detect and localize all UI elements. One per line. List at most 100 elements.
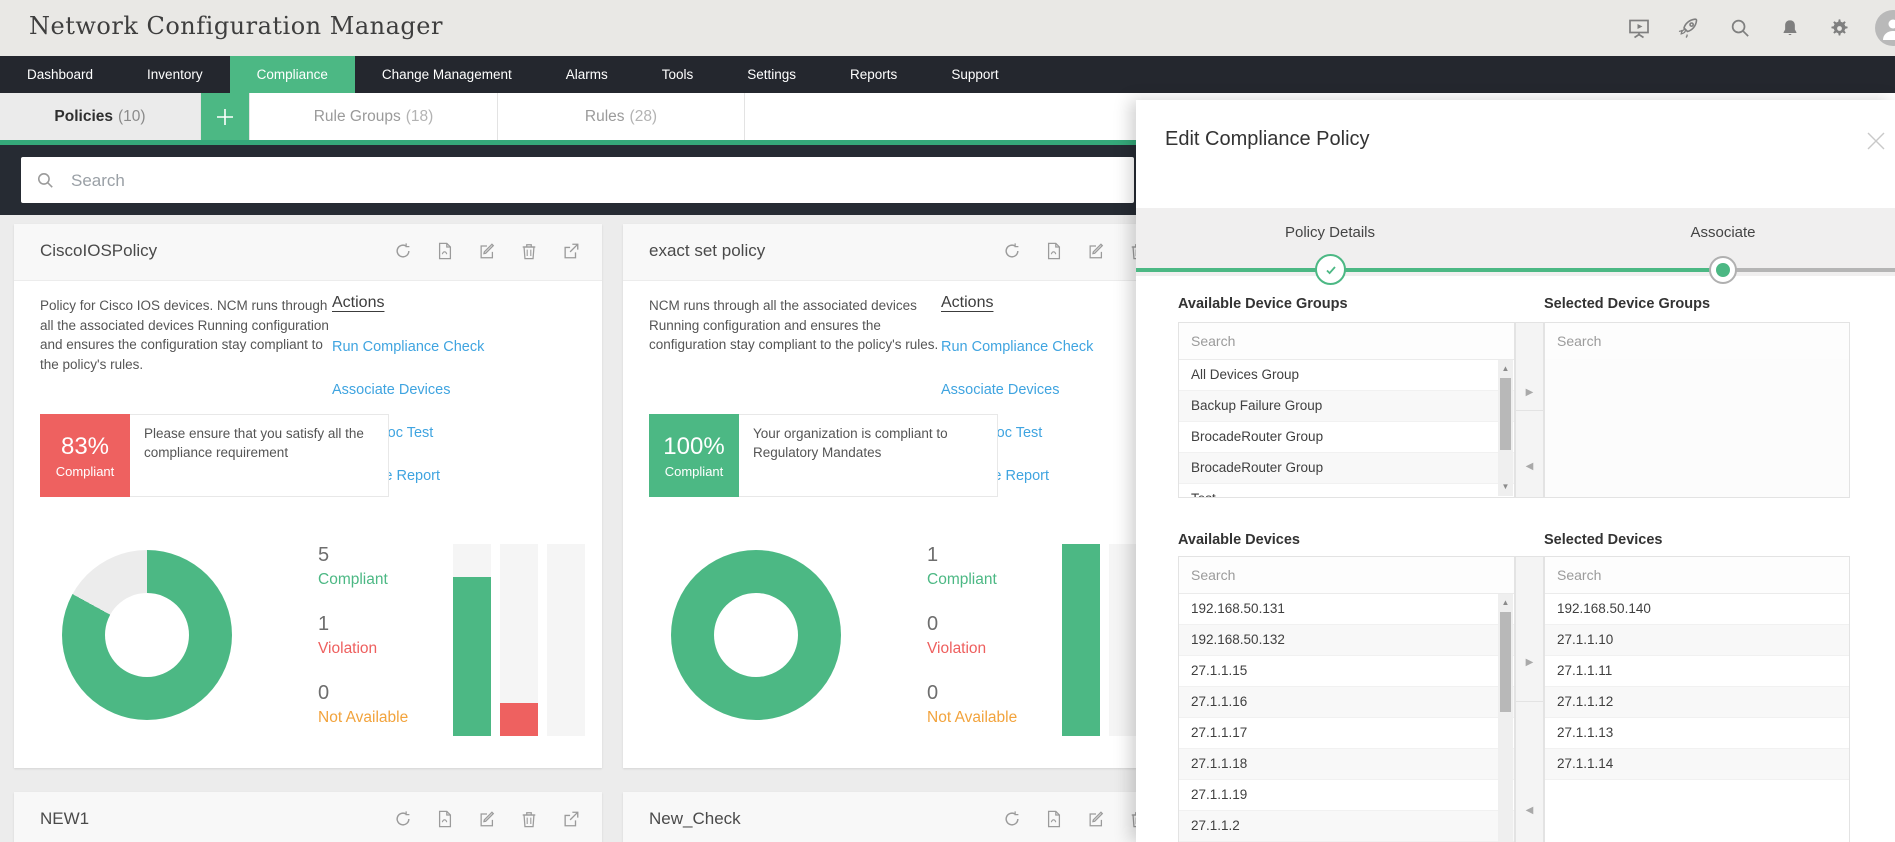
pdf-export-icon[interactable] [436,242,454,260]
notifications-bell-icon[interactable] [1779,17,1801,39]
rocket-icon[interactable] [1678,16,1702,40]
step-done-check-icon[interactable] [1315,254,1346,285]
available-device-groups-heading: Available Device Groups [1178,296,1348,312]
refresh-icon[interactable] [1003,810,1021,828]
device-item[interactable]: 27.1.1.12 [1545,687,1849,718]
device-item[interactable]: 27.1.1.11 [1545,656,1849,687]
associate-devices-link[interactable]: Associate Devices [941,382,1093,398]
selected-devices-search[interactable] [1545,557,1831,593]
move-left-icon[interactable]: ◀ [1516,805,1543,816]
move-right-icon[interactable]: ▶ [1516,387,1543,398]
refresh-icon[interactable] [394,242,412,260]
selected-devices-list: 192.168.50.140 27.1.1.10 27.1.1.11 27.1.… [1544,556,1850,842]
device-group-item[interactable]: BrocadeRouter Group [1179,453,1514,484]
available-devices-heading: Available Devices [1178,532,1300,548]
compliance-donut-chart [62,550,232,720]
run-compliance-check-link[interactable]: Run Compliance Check [941,339,1093,355]
step-current-marker[interactable] [1709,256,1737,284]
device-item[interactable]: 192.168.50.131 [1179,594,1514,625]
scroll-thumb[interactable] [1500,612,1511,712]
refresh-icon[interactable] [1003,242,1021,260]
tab-rules-count: (28) [629,107,658,125]
external-link-icon[interactable] [562,810,580,828]
device-group-item[interactable]: All Devices Group [1179,360,1514,391]
scroll-up-icon[interactable]: ▲ [1498,596,1513,610]
demo-presentation-icon[interactable] [1627,16,1651,40]
scroll-up-icon[interactable]: ▲ [1498,362,1513,376]
device-item[interactable]: 192.168.50.132 [1179,625,1514,656]
stat-violation: 0 Violation [927,613,987,657]
edit-icon[interactable] [478,810,496,828]
nav-alarms[interactable]: Alarms [539,56,635,93]
run-compliance-check-link[interactable]: Run Compliance Check [332,339,484,355]
selected-device-groups-heading: Selected Device Groups [1544,296,1711,312]
device-item[interactable]: 27.1.1.18 [1179,749,1514,780]
wizard-steps: Policy Details Associate [1136,208,1895,285]
user-avatar[interactable] [1875,10,1895,46]
add-policy-button[interactable] [201,93,250,140]
external-link-icon[interactable] [562,242,580,260]
device-item[interactable]: 27.1.1.13 [1545,718,1849,749]
pdf-export-icon[interactable] [1045,810,1063,828]
nav-reports[interactable]: Reports [823,56,924,93]
pdf-export-icon[interactable] [1045,242,1063,260]
scroll-thumb[interactable] [1500,378,1511,450]
device-item[interactable]: 27.1.1.10 [1545,625,1849,656]
device-item[interactable]: 27.1.1.17 [1179,718,1514,749]
selected-device-groups-list [1544,322,1850,498]
plus-icon [217,108,233,125]
move-left-icon[interactable]: ◀ [1516,461,1543,472]
delete-trash-icon[interactable] [520,242,538,260]
device-item[interactable]: 27.1.1.19 [1179,780,1514,811]
compliance-percent-badge: 100% Compliant [649,414,739,497]
scrollbar[interactable]: ▲ [1498,594,1513,842]
step-associate[interactable]: Associate [1690,224,1755,241]
compliance-bar-chart [453,544,585,736]
policy-description: NCM runs through all the associated devi… [649,298,939,353]
selected-device-groups-search[interactable] [1545,323,1831,359]
device-item[interactable]: 27.1.1.16 [1179,687,1514,718]
device-item[interactable]: 192.168.50.140 [1545,594,1849,625]
device-item[interactable]: 27.1.1.15 [1179,656,1514,687]
nav-settings[interactable]: Settings [720,56,823,93]
available-devices-search[interactable] [1179,557,1493,593]
nav-dashboard[interactable]: Dashboard [0,56,120,93]
compliance-message: Your organization is compliant to Regula… [739,414,998,497]
step-policy-details[interactable]: Policy Details [1285,224,1375,241]
edit-icon[interactable] [478,242,496,260]
compliance-donut-chart [671,550,841,720]
stat-not-available: 0 Not Available [318,682,409,726]
device-item[interactable]: 27.1.1.2 [1179,811,1514,842]
tab-policies[interactable]: Policies (10) [0,93,201,140]
app-header: Network Configuration Manager [0,0,1895,56]
device-group-item[interactable]: Test [1179,484,1514,497]
associate-devices-link[interactable]: Associate Devices [332,382,484,398]
pdf-export-icon[interactable] [436,810,454,828]
available-device-groups-search[interactable] [1179,323,1493,359]
device-group-item[interactable]: BrocadeRouter Group [1179,422,1514,453]
tab-rules[interactable]: Rules (28) [498,93,745,140]
scroll-down-icon[interactable]: ▼ [1498,480,1513,494]
main-nav: Dashboard Inventory Compliance Change Ma… [0,56,1895,93]
selected-devices-heading: Selected Devices [1544,532,1663,548]
scrollbar[interactable]: ▲ ▼ [1498,360,1513,496]
device-group-item[interactable]: Backup Failure Group [1179,391,1514,422]
policy-card-title: NEW1 [40,809,90,828]
tab-rule-groups[interactable]: Rule Groups (18) [250,93,498,140]
settings-gear-icon[interactable] [1828,17,1851,40]
close-icon[interactable] [1865,130,1887,157]
nav-change-management[interactable]: Change Management [355,56,539,93]
search-input[interactable] [69,157,1123,205]
edit-icon[interactable] [1087,242,1105,260]
edit-icon[interactable] [1087,810,1105,828]
refresh-icon[interactable] [394,810,412,828]
delete-trash-icon[interactable] [520,810,538,828]
move-right-icon[interactable]: ▶ [1516,657,1543,668]
nav-inventory[interactable]: Inventory [120,56,230,93]
search-icon [37,172,53,188]
nav-support[interactable]: Support [924,56,1025,93]
nav-tools[interactable]: Tools [635,56,721,93]
global-search-icon[interactable] [1729,17,1752,40]
device-item[interactable]: 27.1.1.14 [1545,749,1849,780]
nav-compliance[interactable]: Compliance [229,56,355,93]
